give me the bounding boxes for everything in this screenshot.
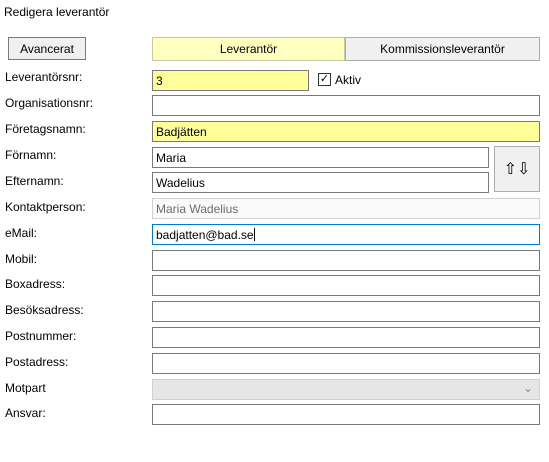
org-no-field[interactable] <box>152 95 540 116</box>
responsible-label: Ansvar: <box>5 406 46 420</box>
text-caret <box>253 228 255 241</box>
check-icon: ✓ <box>319 73 330 85</box>
last-name-label: Efternamn: <box>5 174 64 188</box>
contact-label: Kontaktperson: <box>5 200 86 214</box>
visit-address-label: Besöksadress: <box>5 303 84 317</box>
active-label: Aktiv <box>335 73 362 87</box>
box-address-field[interactable] <box>152 275 540 296</box>
chevron-down-icon[interactable]: ⌄ <box>523 381 533 395</box>
org-no-label: Organisationsnr: <box>5 96 94 110</box>
first-name-label: Förnamn: <box>5 148 57 162</box>
supplier-no-field[interactable]: 3 <box>152 70 309 91</box>
email-value: badjatten@bad.se <box>156 228 254 242</box>
contact-field: Maria Wadelius <box>152 198 540 219</box>
tab-commission-supplier[interactable]: Kommissionsleverantör <box>345 37 540 61</box>
postal-code-label: Postnummer: <box>5 329 77 343</box>
tab-supplier[interactable]: Leverantör <box>152 37 345 61</box>
responsible-field[interactable] <box>152 404 540 425</box>
advanced-button[interactable]: Avancerat <box>8 37 86 60</box>
postal-code-field[interactable] <box>152 327 540 348</box>
last-name-field[interactable]: Wadelius <box>152 172 489 193</box>
email-label: eMail: <box>5 226 38 240</box>
visit-address-field[interactable] <box>152 301 540 322</box>
email-field[interactable]: badjatten@bad.se <box>152 224 540 245</box>
up-down-arrows-icon: ⇧⇩ <box>503 161 531 178</box>
first-name-field[interactable]: Maria <box>152 147 489 168</box>
postal-address-field[interactable] <box>152 353 540 374</box>
mobile-label: Mobil: <box>5 252 38 266</box>
window-title: Redigera leverantör <box>4 5 110 19</box>
active-checkbox[interactable]: ✓ <box>318 73 331 86</box>
box-address-label: Boxadress: <box>5 277 66 291</box>
company-field[interactable]: Badjätten <box>152 121 540 142</box>
mobile-field[interactable] <box>152 250 540 271</box>
move-up-down-button[interactable]: ⇧⇩ <box>494 146 540 192</box>
company-label: Företagsnamn: <box>5 122 86 136</box>
counterpart-label: Motpart <box>5 381 46 395</box>
counterpart-select[interactable]: ⌄ <box>152 379 540 400</box>
supplier-no-label: Leverantörsnr: <box>5 70 83 84</box>
postal-address-label: Postadress: <box>5 355 69 369</box>
